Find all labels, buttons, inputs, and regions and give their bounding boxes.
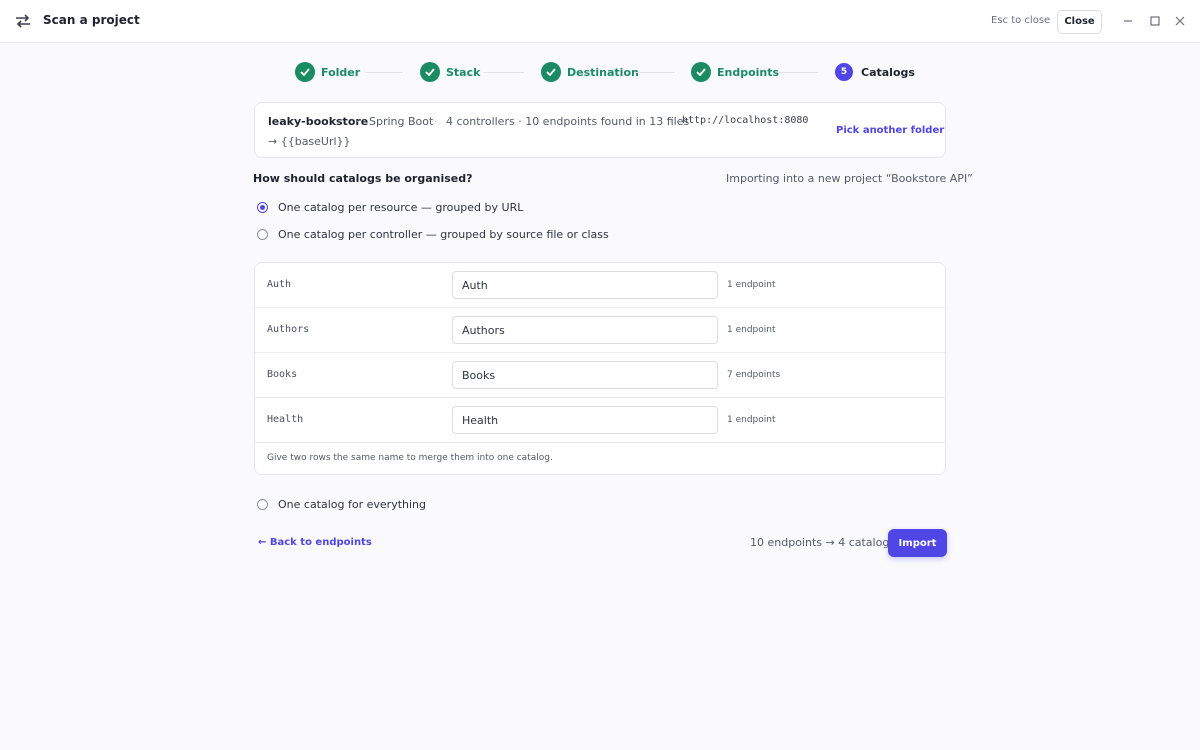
- project-stack: Spring Boot: [369, 115, 434, 128]
- maximize-icon[interactable]: [1148, 14, 1162, 28]
- radio-label: One catalog for everything: [278, 498, 426, 511]
- catalog-key: Books: [267, 369, 298, 380]
- table-row: Auth 1 endpoint: [255, 263, 945, 308]
- swap-arrows-icon: [16, 14, 30, 28]
- endpoint-count: 1 endpoint: [727, 415, 776, 425]
- importing-note: Importing into a new project “Bookstore …: [726, 172, 973, 185]
- table-row: Health 1 endpoint: [255, 398, 945, 443]
- step-connector: [779, 72, 818, 73]
- project-name: leaky-bookstore: [268, 115, 369, 128]
- section-question: How should catalogs be organised?: [253, 172, 473, 185]
- close-button[interactable]: Close: [1057, 10, 1102, 34]
- catalog-name-input[interactable]: [452, 361, 718, 389]
- close-window-icon[interactable]: [1173, 14, 1187, 28]
- radio-label: One catalog per controller — grouped by …: [278, 228, 609, 241]
- catalog-name-input[interactable]: [452, 316, 718, 344]
- step-label: Folder: [321, 66, 361, 79]
- esc-hint: Esc to close: [991, 15, 1051, 26]
- project-url: http://localhost:8080: [682, 115, 809, 126]
- table-row: Books 7 endpoints: [255, 353, 945, 398]
- radio-button[interactable]: [257, 202, 268, 213]
- catalog-name-input[interactable]: [452, 271, 718, 299]
- separator: ·: [669, 115, 673, 128]
- project-base-url: → {{baseUrl}}: [268, 135, 351, 148]
- step-label: Destination: [567, 66, 639, 79]
- minimize-icon[interactable]: [1121, 14, 1135, 28]
- catalog-table: Auth 1 endpoint Authors 1 endpoint Books…: [254, 262, 946, 475]
- import-button[interactable]: Import: [888, 529, 947, 557]
- check-icon: [691, 62, 711, 82]
- radio-button[interactable]: [257, 229, 268, 240]
- radio-label: One catalog per resource — grouped by UR…: [278, 201, 524, 214]
- catalog-name-input[interactable]: [452, 406, 718, 434]
- step-label: Endpoints: [717, 66, 780, 79]
- step-label: Stack: [446, 66, 481, 79]
- project-found-summary: 4 controllers · 10 endpoints found in 13…: [446, 115, 690, 128]
- step-label: Catalogs: [861, 66, 915, 79]
- separator: ·: [434, 115, 438, 128]
- merge-hint: Give two rows the same name to merge the…: [267, 453, 553, 463]
- check-icon: [420, 62, 440, 82]
- catalog-key: Authors: [267, 324, 310, 335]
- radio-button[interactable]: [257, 499, 268, 510]
- step-connector: [365, 72, 403, 73]
- back-to-endpoints-link[interactable]: ← Back to endpoints: [258, 537, 372, 548]
- catalog-key: Health: [267, 414, 304, 425]
- check-icon: [541, 62, 561, 82]
- endpoint-count: 1 endpoint: [727, 280, 776, 290]
- step-number: 5: [835, 63, 853, 81]
- import-summary: 10 endpoints → 4 catalogs: [750, 536, 896, 549]
- table-row: Authors 1 endpoint: [255, 308, 945, 353]
- check-icon: [295, 62, 315, 82]
- separator: ·: [356, 115, 360, 128]
- endpoint-count: 7 endpoints: [727, 370, 781, 380]
- project-summary-card: leaky-bookstore · Spring Boot · 4 contro…: [254, 102, 946, 158]
- step-connector: [634, 72, 675, 73]
- step-connector: [484, 72, 524, 73]
- pick-another-folder-link[interactable]: Pick another folder: [836, 125, 944, 136]
- window-title: Scan a project: [43, 13, 140, 27]
- catalog-key: Auth: [267, 279, 292, 290]
- endpoint-count: 1 endpoint: [727, 325, 776, 335]
- title-bar: Scan a project Esc to close Close: [0, 0, 1200, 43]
